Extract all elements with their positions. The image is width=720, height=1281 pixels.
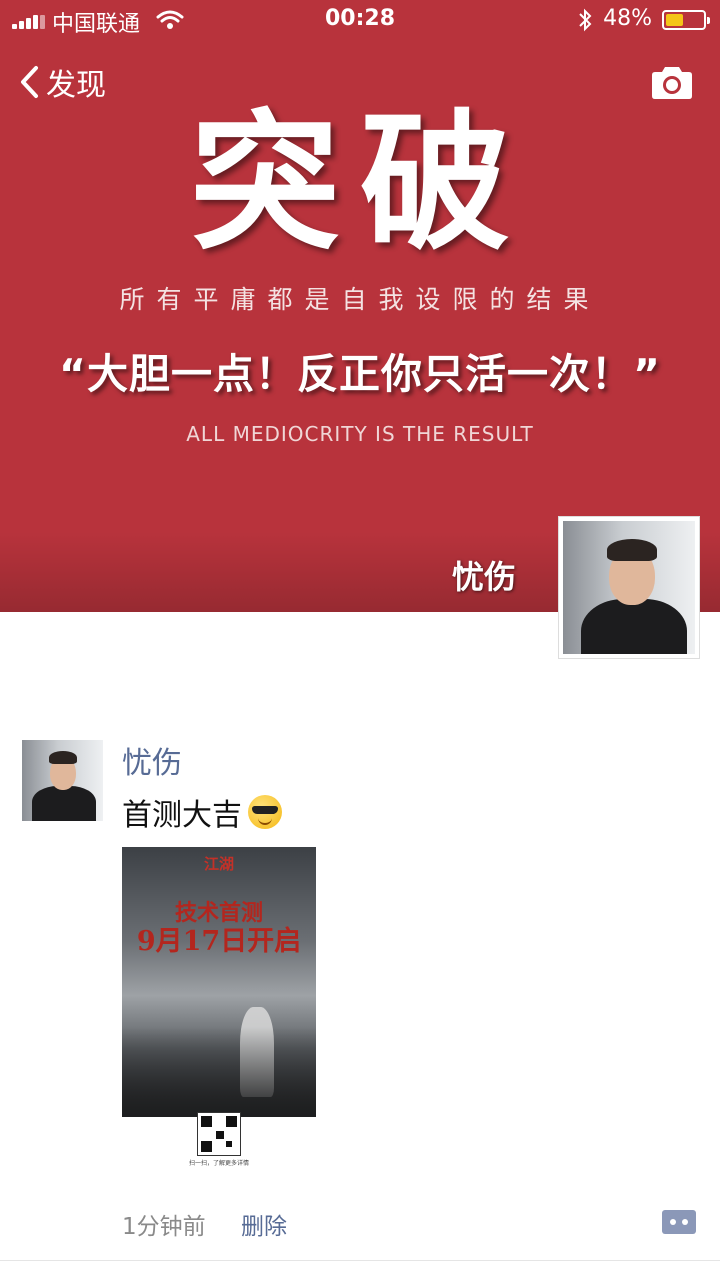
battery-fill <box>666 14 683 26</box>
bluetooth-icon <box>579 8 592 32</box>
camera-icon[interactable] <box>650 66 694 100</box>
chevron-left-icon <box>21 66 38 98</box>
poster-logo: 江湖 <box>203 855 234 873</box>
status-bar: 中国联通 00:28 48% <box>0 0 720 40</box>
cover-quote: “大胆一点！反正你只活一次！” <box>59 350 661 398</box>
poster-scan-text: 扫一扫，了解更多详情 <box>188 1160 249 1167</box>
divider <box>0 1260 720 1261</box>
back-button[interactable]: 发现 <box>18 62 106 103</box>
cover-slogan: 所有平庸都是自我设限的结果 <box>119 285 601 314</box>
battery-icon <box>662 10 710 30</box>
post-timestamp: 1分钟前 <box>122 1214 206 1240</box>
comment-icon[interactable] <box>662 1210 696 1234</box>
cover-user-name: 忧伤 <box>451 558 516 596</box>
post-text: 首测大吉 <box>122 790 282 834</box>
qr-code-icon <box>197 1112 241 1156</box>
nav-bar: 发现 <box>0 52 720 112</box>
poster-date: 9月17日开启 <box>136 926 302 957</box>
battery-percent: 48% <box>603 6 652 31</box>
delete-button[interactable]: 删除 <box>241 1207 287 1241</box>
post-text-content: 首测大吉 <box>122 798 242 833</box>
post-image[interactable]: 江湖 技术首测 9月17日开启 扫一扫，了解更多详情 <box>122 847 316 1191</box>
sunglasses-smile-emoji-icon <box>248 795 282 829</box>
avatar-photo <box>22 740 103 821</box>
poster-mountains <box>122 1027 316 1117</box>
post-author-name[interactable]: 忧伤 <box>122 738 182 782</box>
cover-english-text: ALL MEDIOCRITY IS THE RESULT <box>186 422 534 446</box>
post-avatar[interactable] <box>22 740 103 821</box>
avatar-photo <box>563 521 695 654</box>
back-label: 发现 <box>46 68 106 103</box>
cover-avatar[interactable] <box>558 516 700 659</box>
